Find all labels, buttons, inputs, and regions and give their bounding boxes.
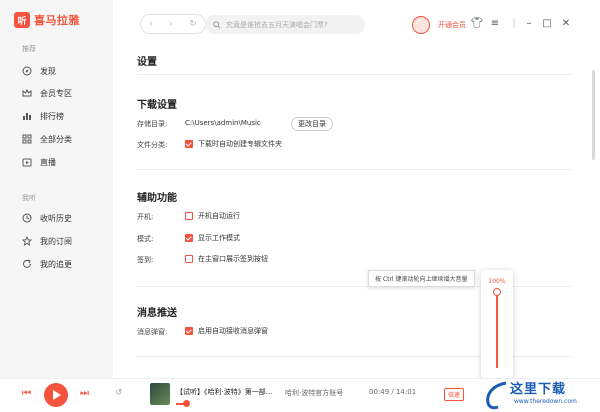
checkbox-unchecked-icon [185, 212, 193, 220]
sidebar-item-label: 全部分类 [40, 134, 72, 144]
sidebar-item-subscriptions[interactable]: 我的订阅 [22, 234, 72, 248]
history-nav: ‹ › ↻ [140, 14, 206, 34]
mode-label: 模式: [137, 235, 154, 243]
section-title-assist: 辅助功能 [137, 193, 177, 204]
startup-label: 开机: [137, 213, 154, 221]
refresh-icon [23, 259, 31, 268]
change-dir-button[interactable]: 更改目录 [291, 117, 333, 131]
live-icon [22, 158, 32, 167]
sidebar-section-recommend: 推荐 [22, 45, 36, 53]
popup-label: 消息弹窗: [137, 328, 168, 336]
minimize-icon[interactable]: – [523, 17, 535, 29]
sidebar: 听 喜马拉雅 推荐 发现 会员专区 排行榜 全部分类 直播 我听 收听历史 我的… [0, 0, 113, 378]
app-logo[interactable]: 听 喜马拉雅 [14, 12, 80, 28]
checkbox-label: 启用自动接收消息弹窗 [198, 327, 268, 335]
next-icon[interactable]: ⏭︎ [80, 388, 89, 399]
sidebar-item-ranking[interactable]: 排行榜 [22, 109, 64, 123]
checkbox-label: 开机自动运行 [198, 212, 240, 220]
checkbox-checked-icon [185, 327, 193, 335]
back-icon[interactable]: ‹ [149, 19, 153, 29]
clock-icon [22, 213, 32, 223]
auto-start-checkbox[interactable]: 开机自动运行 [185, 211, 240, 221]
settings-panel: 设置 下载设置 存储目录: C:\Users\admin\Music 更改目录 … [113, 50, 588, 378]
sidebar-item-label: 我的追更 [40, 259, 72, 269]
reload-icon[interactable]: ↻ [189, 19, 197, 29]
vip-crown-icon [22, 88, 32, 97]
watermark-url: www.theredown.com [514, 398, 577, 405]
forward-icon[interactable]: › [169, 19, 173, 29]
divider [137, 74, 573, 75]
close-icon[interactable]: ✕ [560, 17, 572, 29]
volume-slider-handle[interactable] [493, 288, 501, 296]
divider: | [512, 17, 516, 29]
checkbox-unchecked-icon [185, 255, 193, 263]
album-cover[interactable] [150, 383, 170, 405]
section-title-download: 下载设置 [137, 100, 177, 111]
sidebar-item-discover[interactable]: 发现 [22, 64, 56, 78]
play-button[interactable] [44, 383, 68, 407]
section-title-notify: 消息推送 [137, 308, 177, 319]
sidebar-item-label: 直播 [40, 157, 56, 167]
previous-icon[interactable]: ⏮︎ [22, 388, 31, 399]
checkbox-label: 在主窗口展示签到按钮 [198, 255, 268, 263]
volume-tooltip: 按 Ctrl 键滚动轮向上继续增大音量 [368, 270, 475, 287]
track-title[interactable]: 【试听】《哈利·波特》第一部... [176, 387, 272, 397]
checkbox-checked-icon [185, 234, 193, 242]
vip-button[interactable]: 开通会员 [438, 20, 466, 30]
top-bar: ‹ › ↻ 究竟是谁抢去五月天演唱会门票? 开通会员 👕︎ ≡ | – □ ✕ [113, 0, 600, 50]
signin-label: 签到: [137, 256, 154, 264]
message-popup-checkbox[interactable]: 启用自动接收消息弹窗 [185, 326, 268, 336]
speed-button[interactable]: 倍速 [444, 388, 465, 401]
app-name: 喜马拉雅 [34, 14, 80, 27]
sidebar-item-categories[interactable]: 全部分类 [22, 132, 72, 146]
page-title: 设置 [137, 57, 157, 68]
sidebar-item-label: 我的订阅 [40, 236, 72, 246]
sidebar-item-label: 发现 [40, 66, 56, 76]
star-icon [22, 236, 32, 246]
sidebar-item-label: 收听历史 [40, 213, 72, 223]
menu-icon[interactable]: ≡ [489, 17, 501, 29]
search-icon [213, 20, 221, 29]
compass-icon [22, 66, 32, 76]
skin-icon[interactable]: 👕︎ [471, 17, 484, 29]
sidebar-item-label: 排行榜 [40, 111, 64, 121]
track-author[interactable]: 哈利·波特官方账号 [285, 388, 343, 398]
auto-album-folder-checkbox[interactable]: 下载时自动创建专辑文件夹 [185, 139, 282, 149]
checkbox-label: 下载时自动创建专辑文件夹 [198, 140, 282, 148]
ranking-icon [23, 113, 31, 120]
sidebar-item-history[interactable]: 收听历史 [22, 211, 72, 225]
grid-icon [22, 134, 32, 144]
search-input[interactable]: 究竟是谁抢去五月天演唱会门票? [205, 15, 365, 34]
divider [137, 169, 573, 170]
sidebar-item-label: 会员专区 [40, 88, 72, 98]
sidebar-section-mine: 我听 [22, 194, 36, 202]
maximize-icon[interactable]: □ [541, 17, 553, 29]
watermark-logo: 这里下载 www.theredown.com [478, 378, 600, 412]
volume-value: 100% [488, 278, 506, 285]
storage-dir-label: 存储目录: [137, 120, 168, 128]
checkbox-label: 显示工作模式 [198, 234, 240, 242]
sidebar-item-following[interactable]: 我的追更 [22, 257, 72, 271]
sidebar-item-vip[interactable]: 会员专区 [22, 86, 72, 100]
progress-handle[interactable] [183, 400, 190, 407]
scrollbar-thumb[interactable] [592, 70, 595, 160]
logo-mark-icon: 听 [14, 12, 30, 28]
replay-icon[interactable]: ↺ [115, 388, 123, 398]
work-mode-checkbox[interactable]: 显示工作模式 [185, 233, 240, 243]
volume-slider-track[interactable] [496, 290, 498, 368]
file-category-label: 文件分类: [137, 141, 168, 149]
track-time: 00:49 / 14:01 [369, 388, 417, 396]
volume-popup: 100% [481, 270, 513, 378]
watermark-swoosh-icon [486, 381, 507, 410]
watermark-text: 这里下载 [510, 382, 567, 397]
checkbox-checked-icon [185, 140, 193, 148]
signin-button-checkbox[interactable]: 在主窗口展示签到按钮 [185, 254, 268, 264]
storage-dir-value: C:\Users\admin\Music [185, 119, 261, 127]
search-placeholder: 究竟是谁抢去五月天演唱会门票? [226, 20, 328, 29]
avatar[interactable] [412, 16, 430, 34]
sidebar-item-live[interactable]: 直播 [22, 155, 56, 169]
